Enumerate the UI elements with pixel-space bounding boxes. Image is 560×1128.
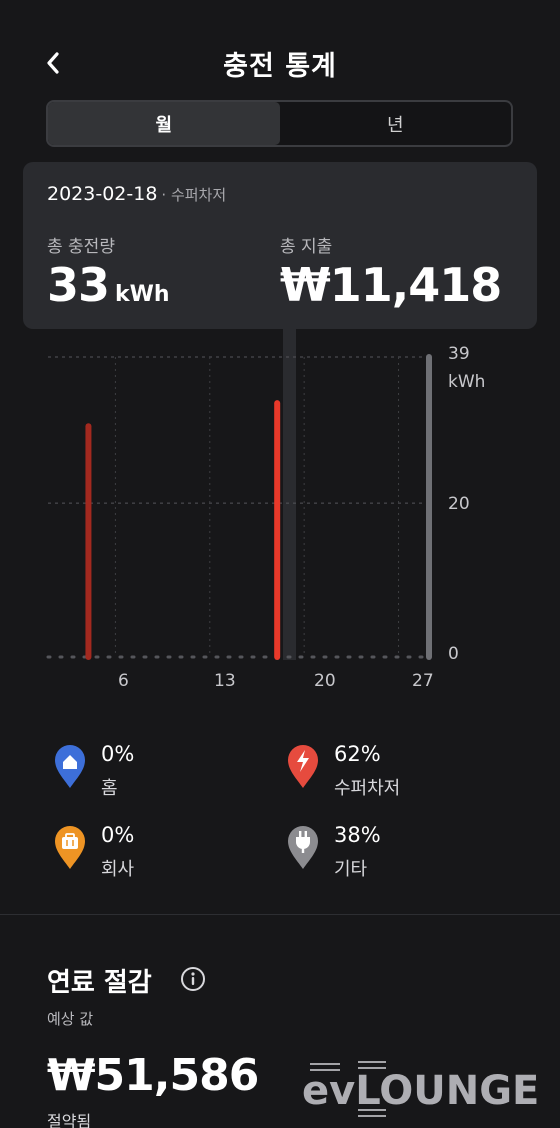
fuel-savings-subtitle: 예상 값 [47,1010,94,1028]
fuel-savings-value: ₩51,586 [47,1050,259,1101]
legend-other-name: 기타 [334,859,368,880]
legend-supercharger-pct: 62% [334,742,381,766]
supercharger-pin-icon [288,745,318,788]
legend-home-pct: 0% [101,742,135,766]
charging-chart[interactable]: 39 kWh 20 0 6 13 20 27 [0,330,560,700]
legend-work: 0% 회사 [53,823,273,887]
tooltip-date: 2023-02-18 [47,183,158,205]
legend-home: 0% 홈 [53,742,273,806]
energy-label: 총 충전량 [47,237,115,257]
legend-other: 38% 기타 [286,823,506,887]
y-unit-label: kWh [448,372,486,392]
watermark-text: evLOUNGE [302,1068,539,1114]
legend-supercharger: 62% 수퍼차저 [286,742,506,806]
page-title: 충전 통계 [223,51,337,82]
legend-other-pct: 38% [334,823,381,847]
header: 충전 통계 [0,0,560,100]
selected-day-tooltip: 2023-02-18 · 수퍼차저 총 충전량 33 kWh 총 지출 ₩11,41… [23,162,537,329]
fuel-savings-title: 연료 절감 [47,968,152,998]
evlounge-watermark: evLOUNGE [300,1058,552,1120]
work-pin-icon [55,826,85,869]
watermark-logo: evLOUNGE [302,1061,539,1117]
legend-work-name: 회사 [101,859,135,880]
energy-unit: kWh [115,282,170,307]
x-tick-label: 13 [214,671,236,691]
fuel-savings-note: 절약됨 [47,1112,92,1128]
tab-month[interactable]: 월 [48,102,280,145]
energy-value: 33 [47,258,110,312]
y-tick-label-mid: 20 [448,494,470,514]
info-icon[interactable] [180,966,206,996]
energy-value-line: 33 kWh [47,258,170,312]
home-pin-icon [55,745,85,788]
y-tick-label-zero: 0 [448,644,459,664]
tab-year[interactable]: 년 [280,102,512,145]
period-segmented-control: 월 년 [46,100,513,147]
cost-label: 총 지출 [280,237,333,257]
legend-supercharger-name: 수퍼차저 [334,778,401,799]
x-tick-label: 27 [412,671,434,691]
section-divider [0,914,560,915]
legend-work-pct: 0% [101,823,135,847]
legend-home-name: 홈 [101,778,118,799]
tooltip-location: · 수퍼차저 [161,186,227,204]
x-tick-label: 6 [118,671,129,691]
y-tick-label-max: 39 [448,344,470,364]
cost-value: ₩11,418 [280,258,502,312]
x-tick-label: 20 [314,671,336,691]
tooltip-date-line: 2023-02-18 · 수퍼차저 [47,183,226,205]
plug-pin-icon [288,826,318,869]
